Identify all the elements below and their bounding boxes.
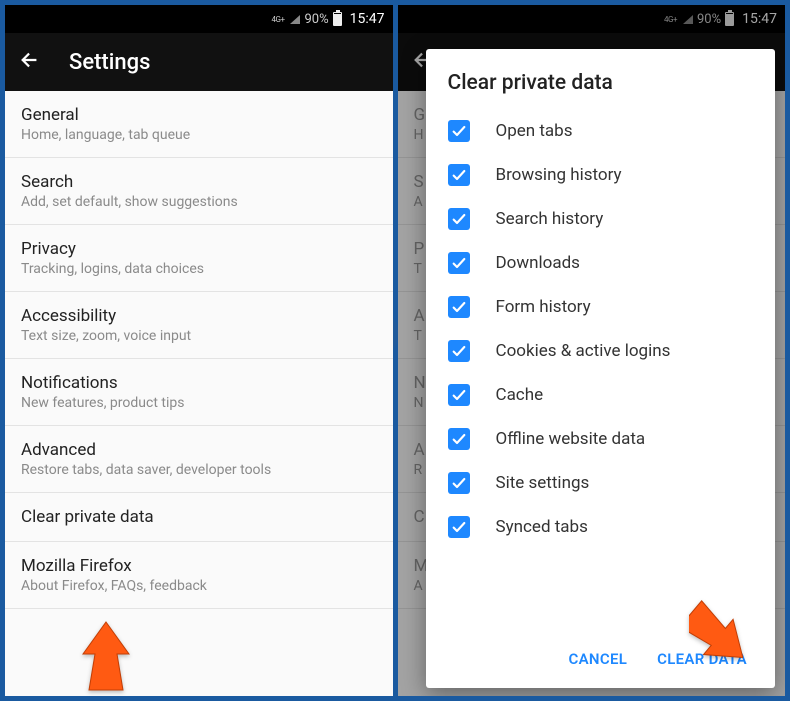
settings-item[interactable]: General Home, language, tab queue <box>5 91 393 158</box>
dialog-options: Open tabs Browsing history Search history D… <box>448 109 756 640</box>
cancel-button[interactable]: CANCEL <box>569 650 628 668</box>
clear-data-button[interactable]: CLEAR DATA <box>657 650 747 668</box>
settings-item-label: Privacy <box>21 239 377 259</box>
dialog-option[interactable]: Cache <box>448 373 756 417</box>
option-label: Cookies & active logins <box>496 341 671 361</box>
network-icon: 4G+ <box>272 15 285 24</box>
status-bar: 4G+ 90% 15:47 <box>5 5 393 33</box>
option-label: Cache <box>496 385 544 405</box>
back-arrow-icon[interactable] <box>19 49 41 75</box>
screenshot-pair: 4G+ 90% 15:47 Settings General Home, lang… <box>0 0 790 701</box>
option-label: Downloads <box>496 253 580 273</box>
dialog-option[interactable]: Cookies & active logins <box>448 329 756 373</box>
checkbox-icon[interactable] <box>448 472 470 494</box>
checkbox-icon[interactable] <box>448 516 470 538</box>
settings-item[interactable]: Privacy Tracking, logins, data choices <box>5 225 393 292</box>
option-label: Site settings <box>496 473 590 493</box>
settings-item-label: Mozilla Firefox <box>21 556 377 576</box>
dialog-buttons: CANCEL CLEAR DATA <box>448 640 756 680</box>
page-title: Settings <box>69 50 150 75</box>
checkbox-icon[interactable] <box>448 340 470 362</box>
option-label: Offline website data <box>496 429 646 449</box>
settings-item-sublabel: New features, product tips <box>21 395 377 411</box>
settings-item-label: General <box>21 105 377 125</box>
checkbox-icon[interactable] <box>448 252 470 274</box>
checkbox-icon[interactable] <box>448 296 470 318</box>
settings-item-sublabel: Restore tabs, data saver, developer tool… <box>21 462 377 478</box>
option-label: Synced tabs <box>496 517 588 537</box>
dialog-option[interactable]: Downloads <box>448 241 756 285</box>
settings-item-label: Accessibility <box>21 306 377 326</box>
settings-item-sublabel: Text size, zoom, voice input <box>21 328 377 344</box>
phone-right: 4G+ 90% 15:47 GHSAPTATNNARCMA Clear priv… <box>398 5 786 696</box>
settings-list[interactable]: General Home, language, tab queue Search Ad… <box>5 91 393 696</box>
phone-left: 4G+ 90% 15:47 Settings General Home, lang… <box>5 5 393 696</box>
signal-icon <box>290 15 300 24</box>
settings-item-sublabel: Add, set default, show suggestions <box>21 194 377 210</box>
app-header: Settings <box>5 33 393 91</box>
settings-item-sublabel: Home, language, tab queue <box>21 127 377 143</box>
settings-item-label: Notifications <box>21 373 377 393</box>
checkbox-icon[interactable] <box>448 208 470 230</box>
option-label: Search history <box>496 209 604 229</box>
battery-percent: 90% <box>304 12 328 27</box>
clock: 15:47 <box>350 11 385 27</box>
checkbox-icon[interactable] <box>448 120 470 142</box>
dialog-option[interactable]: Open tabs <box>448 109 756 153</box>
settings-item[interactable]: Advanced Restore tabs, data saver, develo… <box>5 426 393 493</box>
dialog-option[interactable]: Browsing history <box>448 153 756 197</box>
checkbox-icon[interactable] <box>448 164 470 186</box>
option-label: Open tabs <box>496 121 573 141</box>
option-label: Form history <box>496 297 591 317</box>
dialog-option[interactable]: Site settings <box>448 461 756 505</box>
settings-item[interactable]: Clear private data <box>5 493 393 542</box>
dialog-option[interactable]: Offline website data <box>448 417 756 461</box>
settings-item-label: Advanced <box>21 440 377 460</box>
settings-item[interactable]: Search Add, set default, show suggestions <box>5 158 393 225</box>
settings-item-sublabel: About Firefox, FAQs, feedback <box>21 578 377 594</box>
settings-item-label: Search <box>21 172 377 192</box>
option-label: Browsing history <box>496 165 622 185</box>
settings-item[interactable]: Notifications New features, product tips <box>5 359 393 426</box>
checkbox-icon[interactable] <box>448 428 470 450</box>
settings-item[interactable]: Mozilla Firefox About Firefox, FAQs, feed… <box>5 542 393 609</box>
battery-icon <box>333 12 342 26</box>
dialog-option[interactable]: Form history <box>448 285 756 329</box>
settings-item[interactable]: Accessibility Text size, zoom, voice inpu… <box>5 292 393 359</box>
checkbox-icon[interactable] <box>448 384 470 406</box>
dialog-option[interactable]: Synced tabs <box>448 505 756 549</box>
settings-item-sublabel: Tracking, logins, data choices <box>21 261 377 277</box>
clear-private-data-dialog: Clear private data Open tabs Browsing his… <box>426 49 776 688</box>
dialog-title: Clear private data <box>448 71 756 95</box>
dialog-option[interactable]: Search history <box>448 197 756 241</box>
settings-item-label: Clear private data <box>21 507 377 527</box>
